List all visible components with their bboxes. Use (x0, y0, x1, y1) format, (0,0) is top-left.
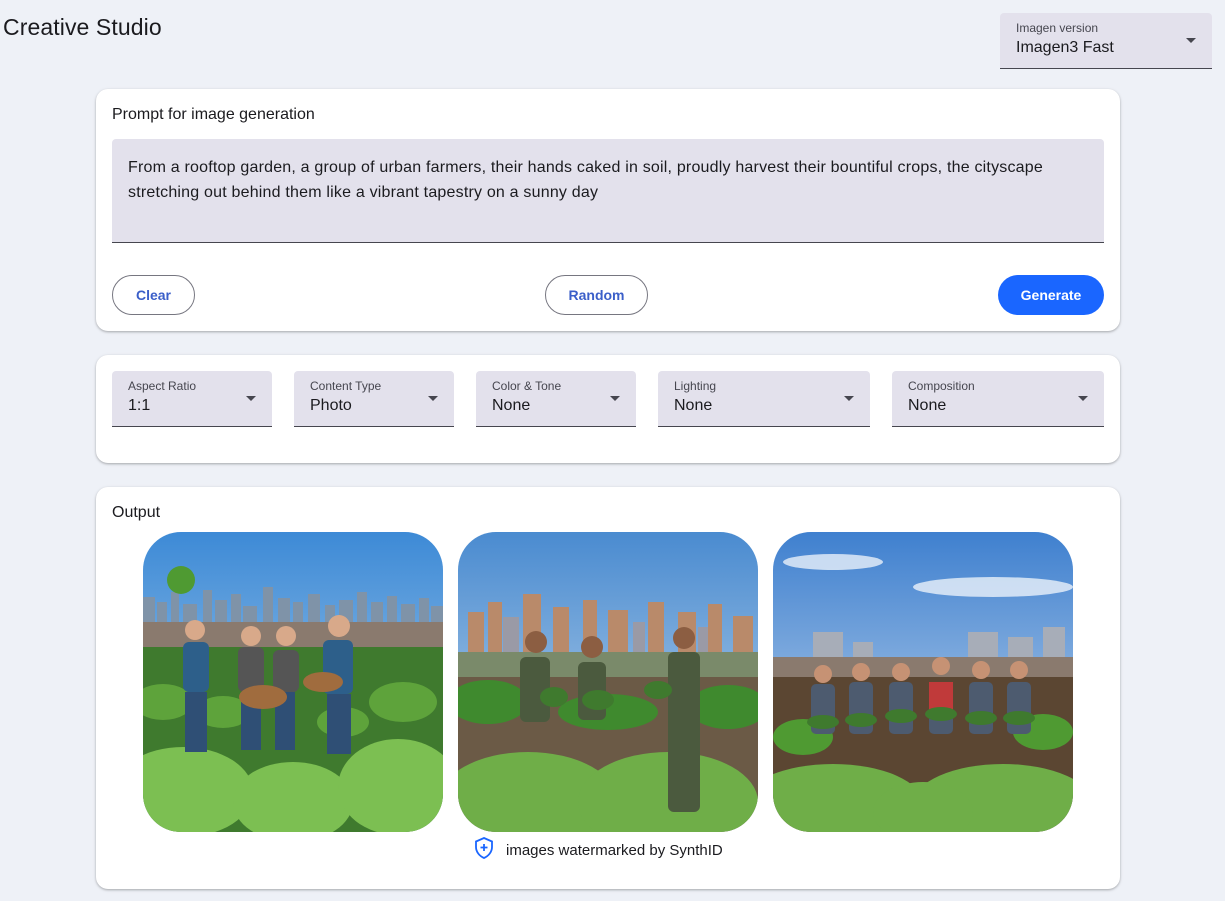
chevron-down-icon (246, 396, 256, 401)
generate-button[interactable]: Generate (998, 275, 1104, 315)
output-image-3[interactable] (773, 532, 1073, 832)
app-title: Creative Studio (3, 14, 162, 40)
aspect-ratio-value: 1:1 (128, 397, 151, 414)
chevron-down-icon (610, 396, 620, 401)
output-image-2[interactable] (458, 532, 758, 832)
prompt-card-title: Prompt for image generation (112, 106, 315, 123)
chevron-down-icon (1078, 396, 1088, 401)
output-card: Output images watermarked by SynthID (96, 487, 1120, 889)
chevron-down-icon (844, 396, 854, 401)
lighting-select[interactable]: Lighting None (658, 371, 870, 427)
prompt-card: Prompt for image generation From a rooft… (96, 89, 1120, 331)
shield-plus-icon (474, 837, 494, 863)
aspect-ratio-label: Aspect Ratio (128, 379, 197, 393)
lighting-value: None (674, 397, 713, 414)
output-image-1[interactable] (143, 532, 443, 832)
color-tone-label: Color & Tone (492, 379, 562, 393)
output-card-title: Output (112, 504, 161, 521)
composition-select[interactable]: Composition None (892, 371, 1104, 427)
options-card: Aspect Ratio 1:1 Content Type Photo Colo… (96, 355, 1120, 463)
imagen-version-select[interactable]: Imagen version Imagen3 Fast (1000, 13, 1212, 69)
color-tone-select[interactable]: Color & Tone None (476, 371, 636, 427)
random-button[interactable]: Random (545, 275, 648, 315)
imagen-version-value: Imagen3 Fast (1016, 39, 1114, 56)
chevron-down-icon (1186, 38, 1196, 43)
composition-label: Composition (908, 379, 975, 393)
synthid-note: images watermarked by SynthID (474, 837, 723, 863)
content-type-label: Content Type (310, 379, 382, 393)
content-type-select[interactable]: Content Type Photo (294, 371, 454, 427)
synthid-text: images watermarked by SynthID (506, 841, 723, 859)
chevron-down-icon (428, 396, 438, 401)
lighting-label: Lighting (674, 379, 717, 393)
content-type-value: Photo (310, 397, 352, 414)
composition-value: None (908, 397, 947, 414)
prompt-textarea[interactable]: From a rooftop garden, a group of urban … (112, 139, 1104, 243)
color-tone-value: None (492, 397, 531, 414)
imagen-version-label: Imagen version (1016, 21, 1099, 35)
clear-button[interactable]: Clear (112, 275, 195, 315)
aspect-ratio-select[interactable]: Aspect Ratio 1:1 (112, 371, 272, 427)
